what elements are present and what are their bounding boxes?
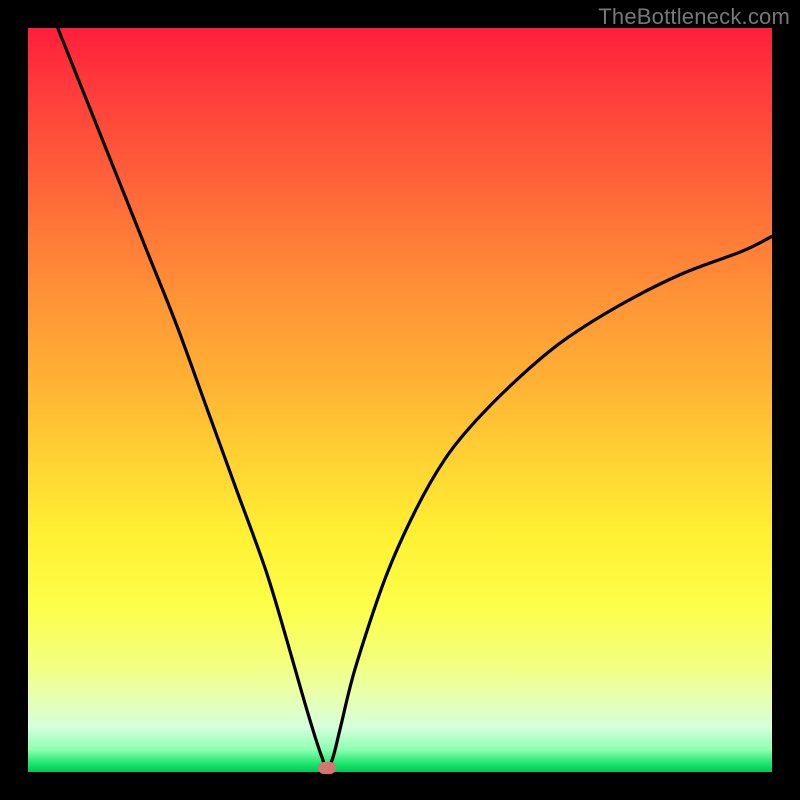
attribution-text: TheBottleneck.com	[598, 4, 790, 30]
chart-plot-area	[28, 28, 772, 772]
chart-frame: TheBottleneck.com	[0, 0, 800, 800]
bottleneck-curve	[28, 28, 772, 772]
optimal-point-marker	[318, 762, 336, 774]
